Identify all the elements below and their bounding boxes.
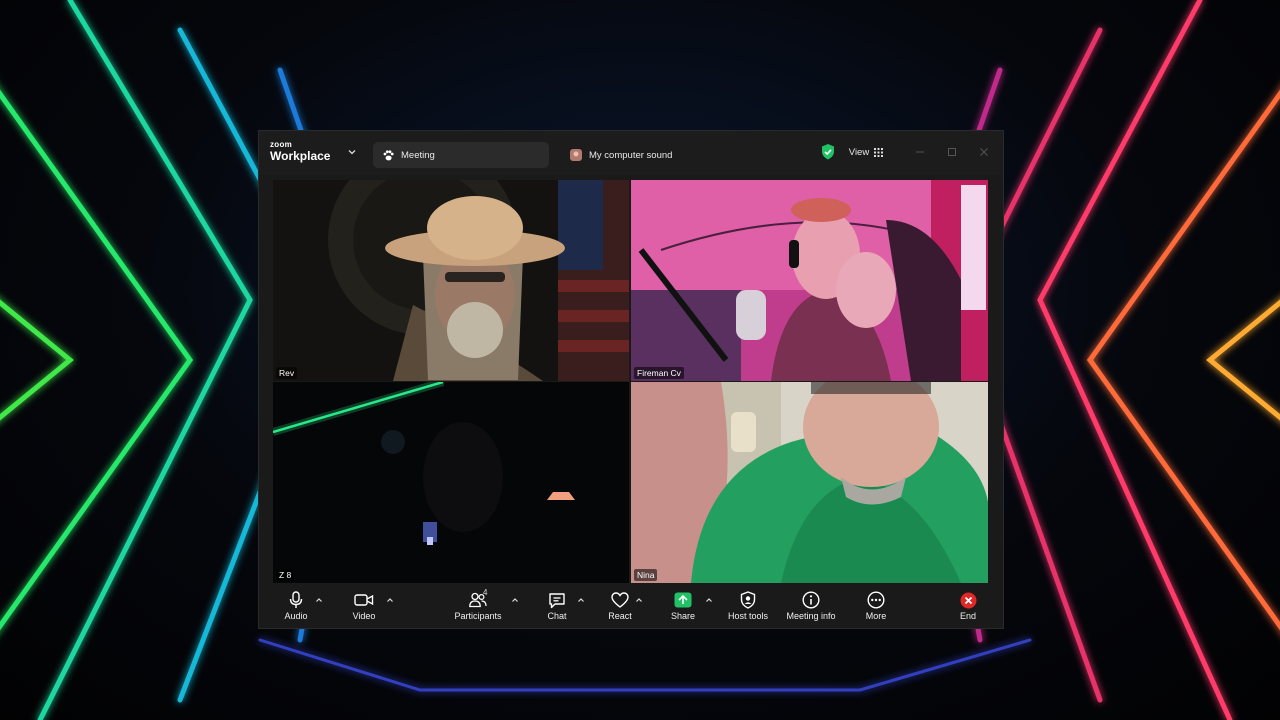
paw-icon <box>381 148 395 162</box>
tab-meeting-label: Meeting <box>401 149 435 161</box>
audio-button[interactable]: Audio <box>284 590 308 624</box>
minimize-icon[interactable] <box>911 143 929 161</box>
share-button[interactable]: Share <box>671 590 695 624</box>
share-label: Share <box>670 611 696 621</box>
encryption-shield-icon[interactable] <box>821 144 835 160</box>
react-label: React <box>608 611 632 621</box>
view-button[interactable]: View <box>843 142 889 162</box>
chat-button[interactable]: Chat <box>546 590 568 624</box>
video-feed-nina <box>631 382 988 583</box>
more-button[interactable]: More <box>864 590 888 624</box>
participant-name: Fireman Cv <box>634 367 684 379</box>
tab-my-computer-sound[interactable]: My computer sound <box>561 142 691 168</box>
maximize-icon[interactable] <box>943 143 961 161</box>
participant-name: Z 8 <box>276 569 295 581</box>
grid-icon <box>874 147 884 157</box>
participants-button[interactable]: 4 Participants <box>454 588 502 624</box>
logo-small-text: zoom <box>270 140 293 149</box>
tab-meeting[interactable]: Meeting <box>373 142 549 168</box>
participants-count: 4 <box>483 588 488 597</box>
chat-options-caret-icon[interactable] <box>577 596 585 604</box>
title-bar: zoom Workplace Meeting My computer sound… <box>259 131 1003 175</box>
tab-sound-label: My computer sound <box>589 149 673 161</box>
video-tile-z8[interactable]: Z 8 <box>273 382 629 583</box>
view-label: View <box>848 146 870 158</box>
close-icon[interactable] <box>975 143 993 161</box>
microphone-icon <box>285 590 307 610</box>
participant-name: Nina <box>634 569 658 581</box>
video-feed-z8 <box>273 382 629 583</box>
meeting-controls-bar: Audio Video 4 Participants Chat React Sh… <box>259 585 1003 628</box>
host-tools-label: Host tools <box>727 611 769 621</box>
more-label: More <box>865 611 887 621</box>
video-options-caret-icon[interactable] <box>386 596 394 604</box>
logo-main-text: Workplace <box>270 149 331 163</box>
host-shield-icon <box>737 590 759 610</box>
zoom-window: zoom Workplace Meeting My computer sound… <box>259 131 1003 628</box>
video-camera-icon <box>353 590 375 610</box>
end-label: End <box>959 611 976 621</box>
share-screen-icon <box>672 590 694 610</box>
video-tile-nina[interactable]: Nina <box>631 382 988 583</box>
chat-label: Chat <box>547 611 567 621</box>
video-tile-rev[interactable]: Rev <box>273 180 629 381</box>
meeting-info-button[interactable]: Meeting info <box>785 590 837 624</box>
participants-icon: 4 <box>467 588 489 610</box>
react-options-caret-icon[interactable] <box>635 596 643 604</box>
end-x-icon <box>957 590 979 610</box>
video-label: Video <box>352 611 376 621</box>
participant-name: Rev <box>276 367 298 379</box>
more-options-icon <box>865 590 887 610</box>
video-feed-rev <box>273 180 629 381</box>
end-meeting-button[interactable]: End <box>956 590 980 624</box>
video-button[interactable]: Video <box>352 590 376 624</box>
chat-icon <box>546 590 568 610</box>
react-button[interactable]: React <box>607 590 633 624</box>
zoom-workplace-logo[interactable]: zoom Workplace <box>270 140 331 163</box>
video-feed-fireman-cv <box>631 180 988 381</box>
sound-avatar-icon <box>569 148 583 162</box>
audio-label: Audio <box>284 611 308 621</box>
heart-icon <box>609 590 631 610</box>
participants-options-caret-icon[interactable] <box>511 596 519 604</box>
share-options-caret-icon[interactable] <box>705 596 713 604</box>
meeting-info-label: Meeting info <box>786 611 836 621</box>
chevron-down-icon[interactable] <box>347 147 357 157</box>
participants-label: Participants <box>454 611 502 621</box>
audio-options-caret-icon[interactable] <box>315 596 323 604</box>
host-tools-button[interactable]: Host tools <box>727 590 769 624</box>
info-icon <box>800 590 822 610</box>
video-tile-fireman-cv[interactable]: Fireman Cv <box>631 180 988 381</box>
